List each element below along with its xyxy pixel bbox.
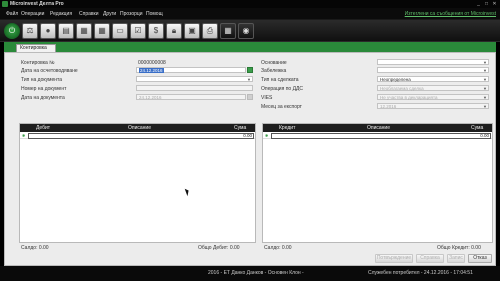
note-label: Забележка bbox=[261, 68, 287, 74]
credit-total: Общо Кредит: 0.00 bbox=[437, 245, 481, 251]
coins-icon[interactable]: ● bbox=[40, 23, 56, 39]
messages-notice-link[interactable]: Изтеглени са съобщения от Microinvest bbox=[405, 11, 496, 17]
chevron-down-icon: ▼ bbox=[483, 68, 487, 73]
posting-date-value: 24.12.2016 bbox=[139, 68, 164, 73]
vat-operation-label: Операция по ДДС bbox=[261, 86, 303, 92]
vies-label: VIES bbox=[261, 95, 273, 101]
tab-strip: Контировка bbox=[4, 42, 496, 52]
chevron-down-icon: ▼ bbox=[483, 95, 487, 100]
padlock-icon[interactable]: 🔒︎ bbox=[166, 23, 182, 39]
debit-column-header[interactable]: Дебит bbox=[36, 125, 50, 131]
export-month-label: Месец за експорт bbox=[261, 104, 302, 110]
description-column-header[interactable]: Описание bbox=[128, 125, 151, 131]
menu-edit[interactable]: Редакция bbox=[50, 11, 72, 17]
debit-row-amount: 0.00 bbox=[243, 133, 252, 138]
credit-balance: Салдо: 0.00 bbox=[264, 245, 292, 251]
calculator-icon[interactable]: ▦ bbox=[220, 23, 236, 39]
tab-posting[interactable]: Контировка bbox=[16, 44, 56, 52]
debit-grid-header: Дебит Описание Сума bbox=[20, 124, 255, 132]
grid-icon[interactable]: ▦ bbox=[94, 23, 110, 39]
table-row[interactable]: ✱ 0.00 bbox=[20, 133, 255, 139]
status-company: 2016 - ЕТ Данко Данков - Основен Клон - bbox=[208, 270, 304, 276]
cancel-button[interactable]: Отказ bbox=[468, 254, 492, 263]
doc-number-input[interactable] bbox=[136, 85, 253, 91]
chevron-down-icon: ▼ bbox=[483, 86, 487, 91]
description-column-header[interactable]: Описание bbox=[367, 125, 390, 131]
status-bar: 2016 - ЕТ Данко Данков - Основен Клон - … bbox=[0, 266, 500, 281]
export-month-value: 12.2016 bbox=[380, 104, 397, 109]
menu-file[interactable]: Файл bbox=[6, 11, 18, 17]
basis-select[interactable]: ▼ bbox=[377, 59, 489, 65]
deal-type-label: Тип на сделката bbox=[261, 77, 299, 83]
table-row[interactable]: ✱ 0.00 bbox=[263, 133, 492, 139]
scales-icon[interactable]: ⚖ bbox=[22, 23, 38, 39]
register-icon[interactable]: ▣ bbox=[184, 23, 200, 39]
doc-date-label: Дата на документа bbox=[21, 95, 65, 101]
posting-date-field[interactable]: 24.12.2016 bbox=[136, 67, 246, 73]
menu-reports[interactable]: Справки bbox=[79, 11, 99, 17]
credit-grid-header: Кредит Описание Сума bbox=[263, 124, 492, 132]
debit-balance: Салдо: 0.00 bbox=[21, 245, 49, 251]
vies-select[interactable]: Не участва в декларацията ▼ bbox=[377, 94, 489, 100]
status-user-datetime: Служебен потребител - 24.12.2016 - 17:04… bbox=[368, 270, 473, 276]
window-title: Microinvest Делта Pro bbox=[10, 1, 64, 7]
report-button[interactable]: Справка bbox=[416, 254, 444, 263]
credit-entry-cell[interactable] bbox=[271, 133, 491, 139]
posting-number-label: Контировка № bbox=[21, 60, 55, 66]
ledger-icon[interactable]: ▤ bbox=[58, 23, 74, 39]
doc-type-label: Тип на документа bbox=[21, 77, 63, 83]
calendar-icon[interactable] bbox=[247, 67, 253, 73]
title-bar: Microinvest Делта Pro _ □ ✕ bbox=[0, 0, 500, 8]
power-icon[interactable]: ⏻ bbox=[4, 23, 20, 39]
deal-type-value: Неопределена bbox=[380, 77, 411, 82]
amount-column-header[interactable]: Сума bbox=[471, 125, 483, 131]
row-marker-icon: ✱ bbox=[22, 133, 26, 138]
credit-row-amount: 0.00 bbox=[480, 133, 489, 138]
printer-icon[interactable]: ⎙ bbox=[202, 23, 218, 39]
posting-number-value: 0000000008 bbox=[138, 60, 166, 66]
menu-other[interactable]: Други bbox=[103, 11, 116, 17]
vies-value: Не участва в декларацията bbox=[380, 95, 438, 100]
close-button[interactable]: ✕ bbox=[491, 1, 498, 7]
doc-date-value: 24.12.2016 bbox=[139, 95, 162, 100]
debit-total: Общо Дебит: 0.00 bbox=[198, 245, 240, 251]
amount-column-header[interactable]: Сума bbox=[234, 125, 246, 131]
minimize-button[interactable]: _ bbox=[475, 1, 482, 7]
debit-grid: Дебит Описание Сума ✱ 0.00 bbox=[19, 123, 256, 243]
export-month-select[interactable]: 12.2016 ▼ bbox=[377, 103, 489, 109]
posting-form: Контировка № 0000000008 Дата на осчетово… bbox=[4, 52, 496, 266]
calendar-icon[interactable] bbox=[247, 94, 253, 100]
doc-date-field[interactable]: 24.12.2016 bbox=[136, 94, 246, 100]
chevron-down-icon: ▼ bbox=[483, 104, 487, 109]
document-icon[interactable]: ▭ bbox=[112, 23, 128, 39]
row-marker-icon: ✱ bbox=[265, 133, 269, 138]
app-logo-icon bbox=[2, 1, 8, 7]
grid-icon[interactable]: ▦ bbox=[76, 23, 92, 39]
maximize-button[interactable]: □ bbox=[483, 1, 490, 7]
save-button[interactable]: Запис bbox=[447, 254, 465, 263]
chevron-down-icon: ▼ bbox=[247, 77, 251, 82]
menu-operations[interactable]: Операции bbox=[21, 11, 44, 17]
doc-number-label: Номер на документ bbox=[21, 86, 67, 92]
posting-date-label: Дата на осчетоводяване bbox=[21, 68, 78, 74]
confirm-button[interactable]: Потвърждение bbox=[375, 254, 413, 263]
menu-windows[interactable]: Прозорци bbox=[120, 11, 143, 17]
doc-type-select[interactable]: ▼ bbox=[136, 76, 253, 82]
note-select[interactable]: ▼ bbox=[377, 67, 489, 73]
menu-bar: Файл Операции Редакция Справки Други Про… bbox=[0, 8, 500, 20]
debit-entry-cell[interactable] bbox=[28, 133, 254, 139]
basis-label: Основание bbox=[261, 60, 287, 66]
chevron-down-icon: ▼ bbox=[483, 60, 487, 65]
vat-operation-value: Необлагаема сделка bbox=[380, 86, 424, 91]
credit-column-header[interactable]: Кредит bbox=[279, 125, 295, 131]
deal-type-select[interactable]: Неопределена ▼ bbox=[377, 76, 489, 82]
credit-grid: Кредит Описание Сума ✱ 0.00 bbox=[262, 123, 493, 243]
money-bag-icon[interactable]: $ bbox=[148, 23, 164, 39]
toolbar: ⏻ ⚖ ● ▤ ▦ ▦ ▭ ☑ $ 🔒︎ ▣ ⎙ ▦ ◉ bbox=[0, 20, 500, 42]
menu-help[interactable]: Помощ bbox=[146, 11, 163, 17]
disc-icon[interactable]: ◉ bbox=[238, 23, 254, 39]
chevron-down-icon: ▼ bbox=[483, 77, 487, 82]
vat-operation-select[interactable]: Необлагаема сделка ▼ bbox=[377, 85, 489, 91]
checkbook-icon[interactable]: ☑ bbox=[130, 23, 146, 39]
